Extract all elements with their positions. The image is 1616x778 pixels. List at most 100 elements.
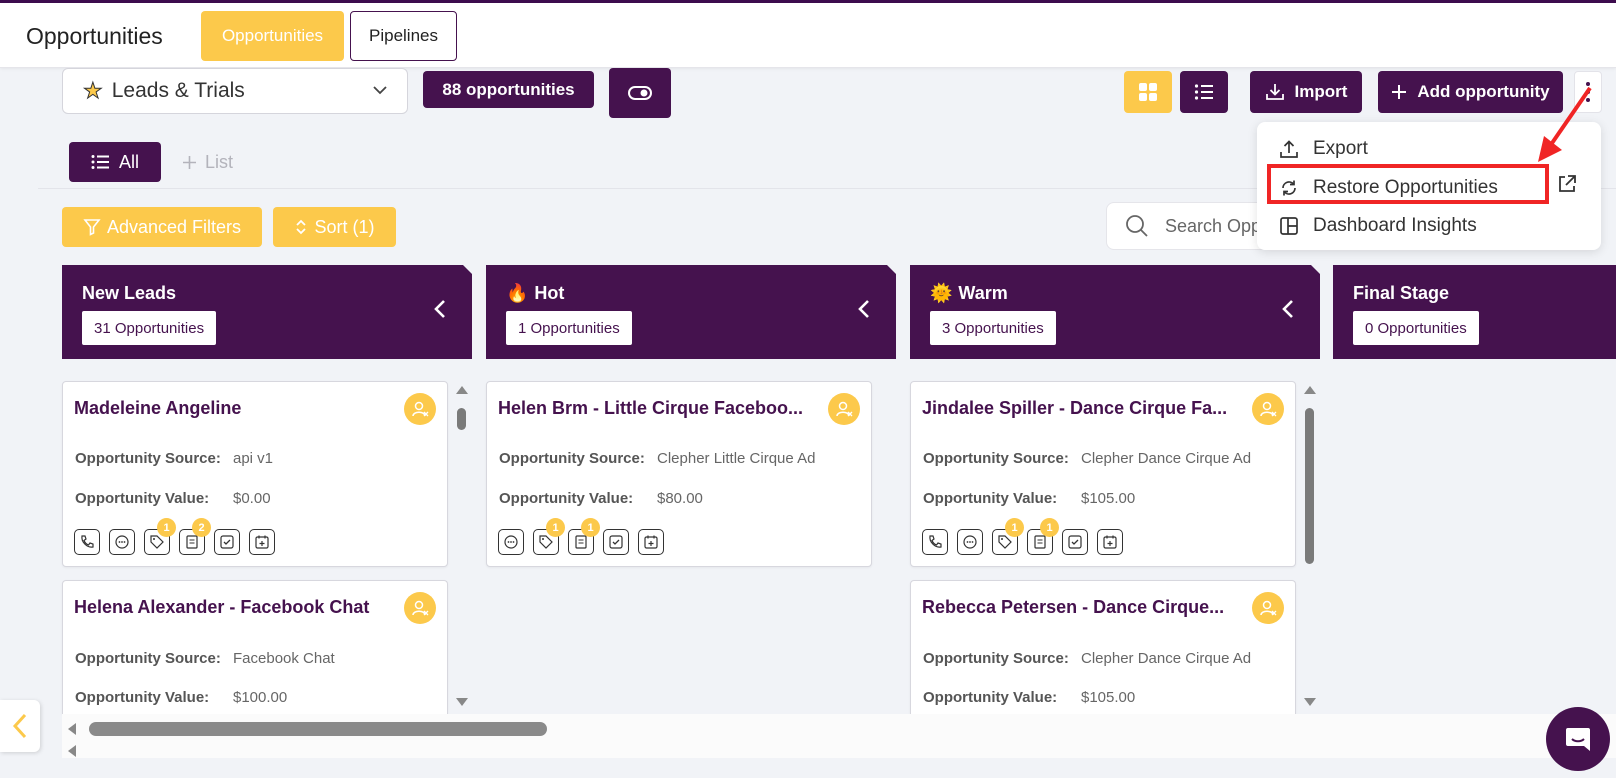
card-name[interactable]: Helen Brm - Little Cirque Faceboo... bbox=[498, 398, 803, 419]
chevron-left-icon[interactable] bbox=[856, 297, 872, 321]
menu-item-export[interactable]: Export bbox=[1279, 132, 1368, 166]
column-title: Final Stage bbox=[1353, 283, 1450, 303]
chevron-left-icon[interactable] bbox=[1280, 297, 1296, 321]
card-name[interactable]: Rebecca Petersen - Dance Cirque... bbox=[922, 597, 1224, 618]
message-icon[interactable] bbox=[109, 529, 135, 555]
scroll-thumb[interactable] bbox=[1305, 408, 1314, 564]
scroll-down-arrow[interactable] bbox=[1304, 698, 1316, 706]
column-header-warm: 🌞 Warm 3 Opportunities bbox=[910, 265, 1321, 359]
scroll-thumb[interactable] bbox=[89, 722, 547, 736]
chevron-down-icon bbox=[373, 86, 387, 95]
sidebar-back-button[interactable] bbox=[0, 700, 40, 752]
toggle-button[interactable] bbox=[609, 68, 671, 118]
scroll-left-arrow[interactable] bbox=[68, 745, 76, 757]
calendar-add-icon[interactable] bbox=[249, 529, 275, 555]
chevron-left-icon[interactable] bbox=[432, 297, 448, 321]
opportunity-card[interactable]: Madeleine Angeline Opportunity Source: ap… bbox=[62, 381, 448, 567]
phone-icon[interactable] bbox=[74, 529, 100, 555]
card-name[interactable]: Madeleine Angeline bbox=[74, 398, 241, 419]
sort-button[interactable]: Sort (1) bbox=[273, 207, 396, 247]
note-count-badge: 1 bbox=[581, 518, 600, 537]
opportunity-value-field: Opportunity Value: $0.00 bbox=[75, 490, 271, 507]
page-header: Opportunities Opportunities Pipelines bbox=[0, 3, 1616, 68]
note-count-badge: 2 bbox=[192, 518, 211, 537]
opportunity-value-field: Opportunity Value: $105.00 bbox=[923, 490, 1136, 507]
advanced-filters-label: Advanced Filters bbox=[106, 216, 242, 237]
pipeline-select[interactable]: ★ Leads & Trials bbox=[62, 68, 408, 114]
advanced-filters-button[interactable]: Advanced Filters bbox=[62, 207, 262, 247]
message-icon[interactable] bbox=[957, 529, 983, 555]
scroll-down-arrow[interactable] bbox=[456, 698, 468, 706]
annotation-arrow bbox=[1538, 86, 1592, 162]
assign-user-icon[interactable] bbox=[404, 592, 436, 624]
column-scrollbar[interactable] bbox=[454, 386, 468, 708]
assign-user-icon[interactable] bbox=[404, 393, 436, 425]
tab-pipelines[interactable]: Pipelines bbox=[350, 11, 457, 61]
column-count: 1 Opportunities bbox=[506, 311, 632, 345]
scroll-up-arrow[interactable] bbox=[456, 386, 468, 394]
annotation-highlight-box bbox=[1267, 164, 1549, 204]
assign-user-icon[interactable] bbox=[828, 393, 860, 425]
list-icon bbox=[91, 155, 109, 169]
assign-user-icon[interactable] bbox=[1252, 393, 1284, 425]
external-link-icon[interactable] bbox=[1556, 173, 1578, 195]
add-list-button[interactable]: List bbox=[182, 152, 233, 173]
tag-icon[interactable]: 1 bbox=[533, 518, 565, 555]
layout-icon bbox=[1280, 217, 1298, 235]
note-icon[interactable]: 2 bbox=[179, 518, 211, 555]
column-title: New Leads bbox=[82, 283, 177, 303]
opportunity-source-field: Opportunity Source: Clepher Dance Cirque … bbox=[923, 450, 1252, 467]
search-icon bbox=[1126, 215, 1148, 237]
pipeline-select-value: Leads & Trials bbox=[111, 79, 245, 102]
column-header-hot: 🔥 Hot 1 Opportunities bbox=[486, 265, 897, 359]
grid-view-button[interactable] bbox=[1124, 71, 1172, 113]
toggle-icon bbox=[628, 86, 652, 100]
menu-item-dashboard-insights[interactable]: Dashboard Insights bbox=[1279, 209, 1477, 243]
all-label: All bbox=[118, 151, 139, 172]
task-icon[interactable] bbox=[214, 529, 240, 555]
scroll-thumb[interactable] bbox=[457, 408, 466, 430]
calendar-add-icon[interactable] bbox=[1097, 529, 1123, 555]
task-icon[interactable] bbox=[1062, 529, 1088, 555]
column-header-final-stage: Final Stage 0 Opportunities bbox=[1333, 265, 1616, 359]
opportunity-source-field: Opportunity Source: api v1 bbox=[75, 450, 274, 467]
column-scrollbar[interactable] bbox=[1302, 386, 1316, 708]
board-horizontal-scrollbar[interactable] bbox=[62, 714, 1616, 758]
card-name[interactable]: Jindalee Spiller - Dance Cirque Fa... bbox=[922, 398, 1227, 419]
tag-count-badge: 1 bbox=[546, 518, 565, 537]
upload-icon bbox=[1280, 140, 1298, 158]
import-button[interactable]: Import bbox=[1250, 71, 1362, 113]
column-title: 🔥 Hot bbox=[506, 283, 565, 303]
tab-opportunities[interactable]: Opportunities bbox=[201, 11, 344, 61]
column-count: 0 Opportunities bbox=[1353, 311, 1479, 345]
tag-icon[interactable]: 1 bbox=[992, 518, 1024, 555]
opportunity-source-field: Opportunity Source: Facebook Chat bbox=[75, 650, 335, 667]
chat-widget-button[interactable] bbox=[1546, 707, 1610, 771]
tag-count-badge: 1 bbox=[1005, 518, 1024, 537]
phone-icon[interactable] bbox=[922, 529, 948, 555]
note-icon[interactable]: 1 bbox=[568, 518, 600, 555]
import-label: Import bbox=[1294, 82, 1348, 101]
plus-icon bbox=[183, 156, 196, 169]
list-view-button[interactable] bbox=[1180, 71, 1228, 113]
scroll-up-arrow[interactable] bbox=[1304, 386, 1316, 394]
opportunity-value-field: Opportunity Value: $105.00 bbox=[923, 689, 1136, 706]
calendar-add-icon[interactable] bbox=[638, 529, 664, 555]
opportunity-count-badge: 88 opportunities bbox=[423, 71, 594, 108]
assign-user-icon[interactable] bbox=[1252, 592, 1284, 624]
scroll-left-arrow[interactable] bbox=[68, 723, 76, 735]
task-icon[interactable] bbox=[603, 529, 629, 555]
note-count-badge: 1 bbox=[1040, 518, 1059, 537]
grid-icon bbox=[1139, 83, 1157, 101]
list-icon bbox=[1194, 84, 1213, 100]
note-icon[interactable]: 1 bbox=[1027, 518, 1059, 555]
card-name[interactable]: Helena Alexander - Facebook Chat bbox=[74, 597, 369, 618]
opportunity-card[interactable]: Jindalee Spiller - Dance Cirque Fa... Op… bbox=[910, 381, 1296, 567]
message-icon[interactable] bbox=[498, 529, 524, 555]
opportunity-card[interactable]: Helen Brm - Little Cirque Faceboo... Opp… bbox=[486, 381, 872, 567]
opportunity-card[interactable]: Helena Alexander - Facebook Chat Opportu… bbox=[62, 580, 448, 714]
opportunity-source-field: Opportunity Source: Clepher Dance Cirque … bbox=[923, 650, 1252, 667]
tag-icon[interactable]: 1 bbox=[144, 518, 176, 555]
opportunity-card[interactable]: Rebecca Petersen - Dance Cirque... Oppor… bbox=[910, 580, 1296, 714]
all-list-button[interactable]: All bbox=[69, 142, 161, 182]
